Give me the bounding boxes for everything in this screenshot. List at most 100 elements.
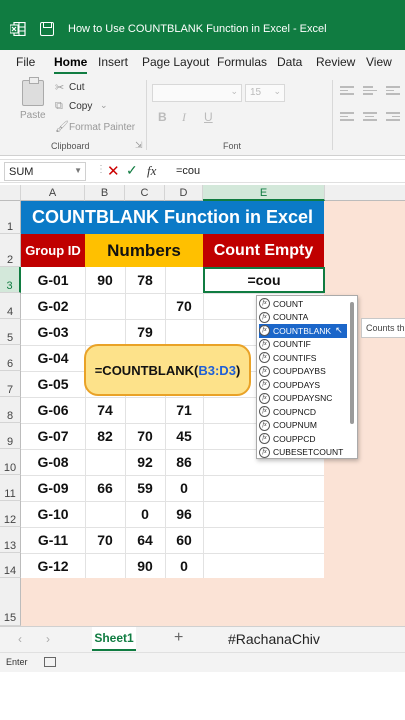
row-header[interactable]: 11 xyxy=(0,475,21,501)
cell-number[interactable]: 0 xyxy=(165,475,203,501)
align-top-icon[interactable] xyxy=(340,86,354,98)
header-group-id[interactable]: Group ID xyxy=(21,234,85,267)
row-header[interactable]: 6 xyxy=(0,345,21,371)
column-header-f[interactable] xyxy=(325,185,405,201)
cell-number[interactable]: 96 xyxy=(165,501,203,527)
tab-home[interactable]: Home xyxy=(54,55,88,74)
row-header[interactable]: 9 xyxy=(0,423,21,449)
cell-number[interactable]: 66 xyxy=(85,475,125,501)
cell-group-id[interactable]: G-03 xyxy=(21,319,85,345)
chevron-left-icon[interactable]: ‹ xyxy=(18,632,22,646)
autocomplete-scrollbar[interactable] xyxy=(350,302,354,424)
row-header[interactable]: 5 xyxy=(0,319,21,345)
cell-group-id[interactable]: G-10 xyxy=(21,501,85,527)
function-autocomplete-list[interactable]: fx COUNT fx COUNTA fx COUNTBLANK ↖ fx COUNTIF… xyxy=(256,295,358,459)
tab-data[interactable]: Data xyxy=(277,55,302,69)
cell-number[interactable]: 59 xyxy=(125,475,165,501)
cell-number[interactable]: 0 xyxy=(125,501,165,527)
row-header[interactable]: 13 xyxy=(0,527,21,553)
cell-number[interactable]: 92 xyxy=(125,449,165,475)
table-title[interactable]: COUNTBLANK Function in Excel xyxy=(21,201,324,234)
autocomplete-item[interactable]: fx COUPNCD xyxy=(259,405,347,419)
row-header[interactable]: 1 xyxy=(0,201,21,234)
cell-number[interactable]: 45 xyxy=(165,423,203,449)
cell-number[interactable]: 64 xyxy=(125,527,165,553)
insert-function-icon[interactable]: fx xyxy=(147,163,156,179)
row-header[interactable]: 8 xyxy=(0,397,21,423)
dialog-launcher-icon[interactable]: ⇲ xyxy=(135,140,143,151)
cell-group-id[interactable]: G-06 xyxy=(21,397,85,423)
column-header-a[interactable]: A xyxy=(21,185,85,201)
chevron-down-icon[interactable]: ▼ xyxy=(74,166,82,175)
align-right-icon[interactable] xyxy=(386,112,400,124)
tab-formulas[interactable]: Formulas xyxy=(217,55,267,69)
align-bottom-icon[interactable] xyxy=(386,86,400,98)
format-painter-button[interactable]: Format Painter xyxy=(69,122,135,133)
formula-input[interactable]: =cou xyxy=(176,165,200,177)
cell-group-id[interactable]: G-04 xyxy=(21,345,85,371)
row-header[interactable]: 4 xyxy=(0,293,21,319)
underline-icon[interactable]: U xyxy=(204,110,213,124)
cell-number[interactable]: 90 xyxy=(85,267,125,293)
copy-icon[interactable]: ⧉ xyxy=(55,100,63,113)
cell-number[interactable]: 70 xyxy=(85,527,125,553)
column-header-c[interactable]: C xyxy=(125,185,165,201)
cell-number[interactable]: 60 xyxy=(165,527,203,553)
cell-number[interactable]: 71 xyxy=(165,397,203,423)
cell-group-id[interactable]: G-12 xyxy=(21,553,85,578)
add-sheet-icon[interactable]: + xyxy=(174,629,183,647)
row-header[interactable]: 2 xyxy=(0,234,21,267)
active-cell-value[interactable]: =cou xyxy=(205,269,323,291)
cell-group-id[interactable]: G-02 xyxy=(21,293,85,319)
cell-number[interactable]: 82 xyxy=(85,423,125,449)
sheet-tab-sheet1[interactable]: Sheet1 xyxy=(92,627,136,651)
column-header-d[interactable]: D xyxy=(165,185,203,201)
tab-review[interactable]: Review xyxy=(316,55,355,69)
row-header[interactable]: 3 xyxy=(0,267,21,293)
tab-view[interactable]: View xyxy=(366,55,392,69)
cell-group-id[interactable]: G-01 xyxy=(21,267,85,293)
cell-number[interactable]: 70 xyxy=(165,293,203,319)
autocomplete-item[interactable]: fx COUNT xyxy=(259,297,347,311)
autocomplete-item[interactable]: fx COUPDAYBS xyxy=(259,365,347,379)
align-center-icon[interactable] xyxy=(363,112,377,124)
header-count-empty[interactable]: Count Empty xyxy=(203,234,324,267)
header-numbers[interactable]: Numbers xyxy=(85,234,203,267)
italic-icon[interactable]: I xyxy=(182,110,186,125)
accessibility-icon[interactable] xyxy=(44,657,56,667)
align-left-icon[interactable] xyxy=(340,112,354,124)
autocomplete-item-selected[interactable]: fx COUNTBLANK ↖ xyxy=(259,324,347,338)
cancel-icon[interactable]: ✕ xyxy=(107,162,120,180)
chevron-down-icon[interactable]: ⌄ xyxy=(100,100,108,111)
paste-label[interactable]: Paste xyxy=(20,110,46,121)
autocomplete-item[interactable]: fx COUPDAYSNC xyxy=(259,392,347,406)
autocomplete-item[interactable]: fx COUNTIF xyxy=(259,338,347,352)
autocomplete-item[interactable]: fx COUPPCD xyxy=(259,432,347,446)
cell-number[interactable] xyxy=(165,267,203,293)
cell-group-id[interactable]: G-05 xyxy=(21,371,85,397)
row-header[interactable]: 14 xyxy=(0,553,21,578)
autocomplete-item[interactable]: fx CUBESETCOUNT xyxy=(259,446,347,460)
cell-number[interactable]: 90 xyxy=(125,553,165,578)
cell-group-id[interactable]: G-07 xyxy=(21,423,85,449)
tab-file[interactable]: File xyxy=(16,55,35,69)
paste-icon[interactable] xyxy=(22,77,44,106)
row-header[interactable]: 10 xyxy=(0,449,21,475)
cell-group-id[interactable]: G-11 xyxy=(21,527,85,553)
font-name-box[interactable]: ⌄ xyxy=(152,84,242,102)
chevron-right-icon[interactable]: › xyxy=(46,632,50,646)
cut-button[interactable]: Cut xyxy=(69,82,85,93)
autocomplete-item[interactable]: fx COUNTA xyxy=(259,311,347,325)
format-painter-icon[interactable]: 🖌 xyxy=(55,120,69,133)
bold-icon[interactable]: B xyxy=(158,110,167,124)
cell-number[interactable]: 70 xyxy=(125,423,165,449)
active-cell-e3[interactable]: =cou xyxy=(203,267,325,293)
cell-number[interactable]: 0 xyxy=(165,553,203,578)
autocomplete-item[interactable]: fx COUPNUM xyxy=(259,419,347,433)
row-header[interactable]: 12 xyxy=(0,501,21,527)
column-header-e[interactable]: E xyxy=(203,185,325,201)
align-middle-icon[interactable] xyxy=(363,86,377,98)
row-header[interactable]: 7 xyxy=(0,371,21,397)
cell-group-id[interactable]: G-08 xyxy=(21,449,85,475)
copy-button[interactable]: Copy xyxy=(69,101,92,112)
